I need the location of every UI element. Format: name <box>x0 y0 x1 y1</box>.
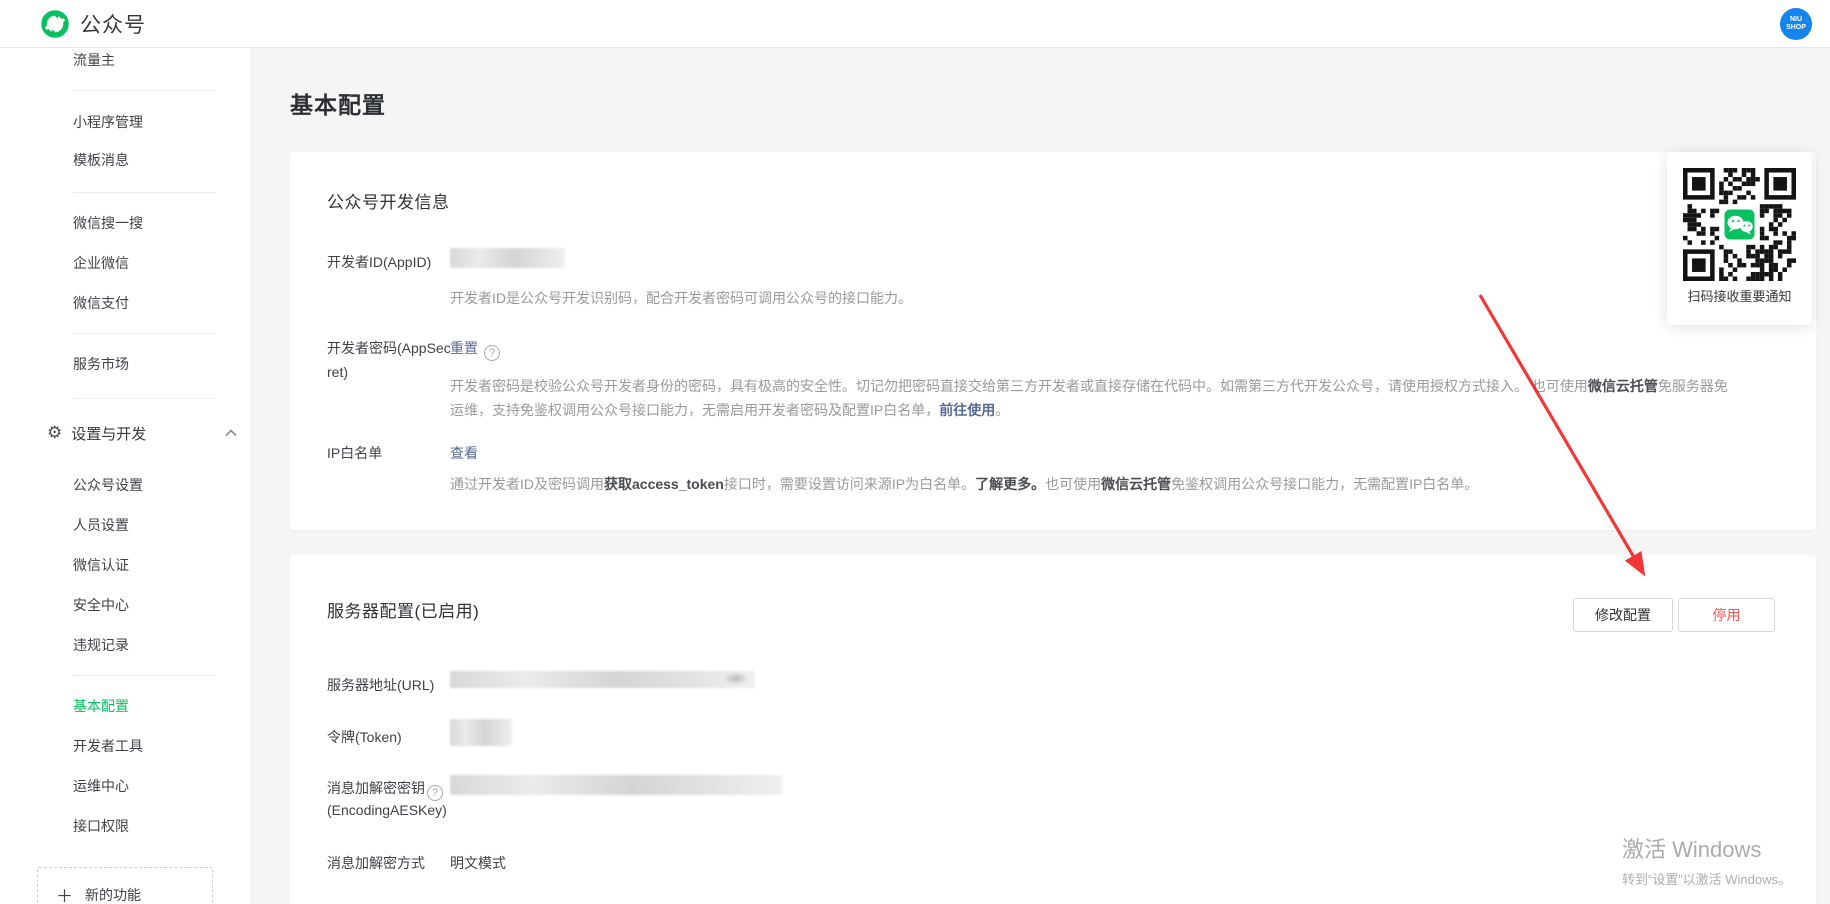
sidebar-nav: 流量主小程序管理模板消息微信搜一搜企业微信微信支付服务市场 ⚙ 设置与开发公众号设置… <box>0 48 250 904</box>
sidebar-subitem-7[interactable]: 运维中心 <box>73 776 129 796</box>
ip-desc-text4: 免鉴权调用公众号接口能力，无需配置IP白名单。 <box>1171 476 1478 492</box>
sidebar-section-label: 设置与开发 <box>71 423 146 444</box>
dev-info-card: 公众号开发信息 开发者ID(AppID) 开发者ID是公众号开发识别码，配合开发… <box>290 152 1816 530</box>
avatar-text-line2: SHOP <box>1786 24 1806 32</box>
appsecret-desc-line1: 开发者密码是校验公众号开发者身份的密码，具有极高的安全性。切记勿把密码直接交给第… <box>450 376 1728 396</box>
token-value-redacted <box>450 719 512 746</box>
server-url-value-redacted <box>450 671 755 688</box>
new-feature-row: ＋ 新的功能 <box>56 882 212 904</box>
account-avatar[interactable]: NIU SHOP <box>1780 8 1812 40</box>
sidebar-divider <box>73 398 216 399</box>
gear-icon: ⚙ <box>47 423 62 443</box>
qr-panel: 扫码接收重要通知 <box>1667 152 1812 325</box>
server-url-label: 服务器地址(URL) <box>327 675 434 695</box>
sidebar-subitem-3[interactable]: 安全中心 <box>73 595 129 615</box>
avatar-text-line1: NIU <box>1790 16 1802 24</box>
appsecret-desc-period: 。 <box>995 402 1009 418</box>
sidebar-divider <box>73 333 216 334</box>
wechat-mp-logo-icon <box>40 9 70 39</box>
top-header: 公众号 NIU SHOP <box>0 0 1830 48</box>
appsecret-desc-line2: 运维，支持免鉴权调用公众号接口能力，无需启用开发者密码及配置IP白名单，前往使用… <box>450 400 1009 420</box>
ip-whitelist-label: IP白名单 <box>327 443 382 463</box>
sidebar-divider <box>73 90 216 91</box>
sidebar-item-2[interactable]: 模板消息 <box>73 150 129 170</box>
qr-code-image <box>1683 168 1796 281</box>
encrypt-method-value: 明文模式 <box>450 853 506 873</box>
sidebar-subitem-4[interactable]: 违规记录 <box>73 635 129 655</box>
aes-key-label: 消息加解密密钥? <box>327 778 443 801</box>
aes-key-help-icon[interactable]: ? <box>427 785 443 801</box>
new-feature-box[interactable]: ＋ 新的功能 <box>37 867 213 904</box>
aes-key-value-redacted <box>450 775 782 795</box>
page-title: 基本配置 <box>290 86 386 120</box>
sidebar-subitem-1[interactable]: 人员设置 <box>73 515 129 535</box>
qr-caption: 扫码接收重要通知 <box>1667 286 1812 305</box>
chevron-up-icon[interactable] <box>225 429 237 437</box>
sidebar-subitem-5[interactable]: 基本配置 <box>73 696 129 716</box>
ip-whitelist-desc: 通过开发者ID及密码调用获取access_token接口时，需要设置访问来源IP… <box>450 474 1478 494</box>
ip-desc-text1: 通过开发者ID及密码调用 <box>450 476 604 492</box>
sidebar-subitem-6[interactable]: 开发者工具 <box>73 736 143 756</box>
main-content: 基本配置 公众号开发信息 开发者ID(AppID) 开发者ID是公众号开发识别码… <box>250 48 1830 904</box>
ip-desc-text3: 也可使用 <box>1045 476 1101 492</box>
sidebar-subitem-2[interactable]: 微信认证 <box>73 555 129 575</box>
appid-label: 开发者ID(AppID) <box>327 252 431 272</box>
sidebar-item-4[interactable]: 企业微信 <box>73 253 129 273</box>
appsecret-reset-link[interactable]: 重置 <box>450 340 478 356</box>
weixin-cloud-bold2: 微信云托管 <box>1101 476 1171 492</box>
ip-view-link[interactable]: 查看 <box>450 445 478 461</box>
aes-key-label-text: 消息加解密密钥 <box>327 780 425 796</box>
appid-value-redacted <box>450 248 565 268</box>
sidebar-item-1[interactable]: 小程序管理 <box>73 112 143 132</box>
sidebar-divider <box>73 675 216 676</box>
sidebar-item-0[interactable]: 流量主 <box>73 50 115 70</box>
aes-key-label-line2: (EncodingAESKey) <box>327 802 447 818</box>
token-label: 令牌(Token) <box>327 727 402 747</box>
sidebar-section-settings-dev[interactable]: ⚙ 设置与开发 <box>47 422 237 444</box>
appsecret-desc-text3: 运维，支持免鉴权调用公众号接口能力，无需启用开发者密码及配置IP白名单， <box>450 402 939 418</box>
appsecret-label: 开发者密码(AppSecret) <box>327 336 451 384</box>
disable-button[interactable]: 停用 <box>1678 598 1775 632</box>
weixin-cloud-bold: 微信云托管 <box>1588 378 1658 394</box>
sidebar-item-6[interactable]: 服务市场 <box>73 354 129 374</box>
appsecret-actions: 重置? <box>450 338 500 361</box>
ip-desc-text2: 接口时，需要设置访问来源IP为白名单。 <box>724 476 975 492</box>
sidebar-divider <box>73 192 216 193</box>
server-config-section-title: 服务器配置(已启用) <box>327 597 479 622</box>
sidebar-subitem-0[interactable]: 公众号设置 <box>73 475 143 495</box>
go-use-link[interactable]: 前往使用 <box>939 402 995 418</box>
sidebar-subitem-8[interactable]: 接口权限 <box>73 816 129 836</box>
plus-icon: ＋ <box>56 882 73 904</box>
learn-more-bold[interactable]: 了解更多。 <box>975 476 1045 492</box>
brand-logo[interactable]: 公众号 <box>40 9 146 39</box>
appsecret-desc-text: 开发者密码是校验公众号开发者身份的密码，具有极高的安全性。切记勿把密码直接交给第… <box>450 378 1588 394</box>
appsecret-desc-text2: 免服务器免 <box>1658 378 1728 394</box>
server-config-card: 服务器配置(已启用) 修改配置 停用 服务器地址(URL) 令牌(Token) … <box>290 555 1816 904</box>
app-title: 公众号 <box>80 9 146 39</box>
encrypt-method-label: 消息加解密方式 <box>327 853 425 873</box>
ip-whitelist-actions: 查看 <box>450 443 478 463</box>
modify-config-button[interactable]: 修改配置 <box>1573 598 1673 632</box>
dev-info-section-title: 公众号开发信息 <box>327 188 450 213</box>
appsecret-help-icon[interactable]: ? <box>484 345 500 361</box>
access-token-bold: 获取access_token <box>604 476 724 492</box>
sidebar-item-5[interactable]: 微信支付 <box>73 293 129 313</box>
sidebar-item-3[interactable]: 微信搜一搜 <box>73 213 143 233</box>
new-feature-label: 新的功能 <box>85 885 141 904</box>
appid-desc: 开发者ID是公众号开发识别码，配合开发者密码可调用公众号的接口能力。 <box>450 288 912 308</box>
